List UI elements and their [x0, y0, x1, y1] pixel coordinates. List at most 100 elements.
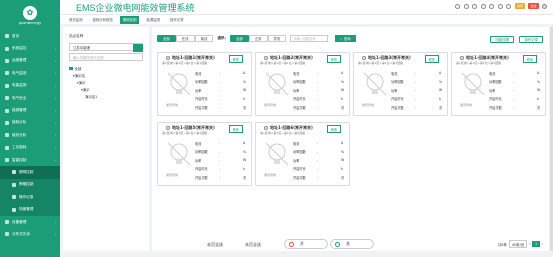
badge-monitor[interactable]: 监控 — [528, 3, 539, 9]
lock-icon[interactable] — [472, 3, 478, 9]
circuit-card[interactable]: 地址1-回路5(常开常关) 修改 第1区域>第1区>第1台>第5回路 通讯异常 电流 - A… — [157, 122, 252, 186]
page-size-select[interactable]: 40条/页 — [508, 240, 528, 248]
tree-node-label: 演示 — [82, 88, 90, 92]
edit-button[interactable]: 修改 — [326, 125, 341, 133]
sidebar-item[interactable]: 首页 — [0, 30, 60, 42]
edit-button[interactable]: 修改 — [228, 125, 243, 133]
site-select[interactable]: 江苏中能港 — [69, 43, 143, 52]
metric-unit: % — [243, 149, 247, 154]
sidebar-item[interactable]: 设备管理 ‹ — [0, 216, 60, 228]
tree-filter-input[interactable]: 输入关键字进行过滤 — [69, 53, 143, 61]
circuit-settings-button[interactable]: 回路设置 — [490, 36, 514, 43]
filter-option[interactable]: 异常 — [267, 35, 287, 42]
site-panel: 站点名称 江苏中能港 输入关键字进行过滤 全部 ▾ 演示站 ▾ 演示 ▾ 演示 演示站1 — [63, 27, 149, 251]
edit-button[interactable]: 修改 — [326, 55, 341, 63]
cancel-page-select[interactable]: 本页全选 — [245, 242, 261, 248]
sidebar-item[interactable]: 电能监测 ‹ — [0, 80, 60, 92]
sidebar-item[interactable]: 分布式光伏 ‹ — [0, 228, 60, 240]
edit-button[interactable]: 修改 — [522, 55, 537, 63]
sidebar-item[interactable]: 系统监控 ‹ — [0, 42, 60, 54]
sidebar-item-label: 运维管理 — [12, 58, 27, 63]
radio-icon[interactable] — [460, 56, 464, 60]
metric-unit: W — [439, 88, 443, 93]
metrics: 电流 - A 功率因数 -% 功率 - W 开启时长 - h 开启次数 - 次 — [391, 69, 447, 112]
sidebar-item[interactable]: 能源管理 ‹ — [0, 104, 60, 116]
tab-item[interactable]: 能耗分析报告 — [90, 16, 116, 24]
radio-icon[interactable] — [264, 126, 268, 130]
sidebar-item[interactable]: 电气安全 ‹ — [0, 92, 60, 104]
menu-item-icon — [5, 71, 9, 76]
metric-row: 电流 - A — [195, 69, 251, 78]
next-page-icon[interactable]: › — [542, 242, 543, 246]
sidebar-item[interactable]: 智能控制 ⌄ — [0, 154, 60, 166]
edit-button[interactable]: 修改 — [228, 55, 243, 63]
select-page-all[interactable]: 本页全选 — [207, 242, 223, 248]
filter-option[interactable]: 离线 — [194, 35, 214, 42]
filter-option[interactable]: 全部 — [229, 35, 249, 42]
avatar[interactable] — [542, 3, 547, 9]
refresh-icon[interactable] — [480, 3, 486, 9]
tab-item[interactable]: 照明控制 — [119, 15, 140, 24]
bell-icon[interactable] — [455, 3, 461, 9]
sidebar-item[interactable]: 能耗分析 ‹ — [0, 117, 60, 129]
sidebar-item[interactable]: 能效分析 ‹ — [0, 129, 60, 141]
site-panel-title: 站点名称 — [69, 34, 84, 38]
tab-item[interactable]: 操作记录 — [167, 16, 187, 24]
checkbox-icon[interactable] — [69, 66, 73, 71]
tab-item[interactable]: 首页监测 — [66, 16, 86, 24]
shield-icon[interactable] — [506, 3, 512, 9]
metric-label: 开启次数 — [391, 105, 404, 110]
sidebar-item[interactable]: 照明控制 — [0, 166, 60, 179]
total-count: 共6条 — [497, 242, 507, 247]
operation-log-button[interactable]: 操作记录 — [519, 36, 543, 43]
circuit-card[interactable]: 地址1-回路6(常开常关) 修改 第1区域>第1区>第1台>第6回路 通讯异常 电流 - A… — [255, 122, 350, 186]
filter-option[interactable]: 正常 — [248, 35, 268, 42]
circuit-search-input[interactable]: 请输入回路名称 — [290, 35, 329, 42]
bulb-offline-icon — [164, 139, 194, 169]
metric-value: - — [415, 79, 417, 84]
sidebar-item[interactable]: 运维管理 ‹ — [0, 55, 60, 67]
radio-icon[interactable] — [166, 126, 170, 130]
radio-icon[interactable] — [362, 56, 366, 60]
edit-button[interactable]: 修改 — [424, 55, 439, 63]
tree-node[interactable]: ▾ 演示 — [63, 79, 149, 86]
query-button[interactable]: ⌕ 查询 — [335, 35, 356, 42]
metric-row: 功率 - W — [489, 86, 545, 95]
volume-icon[interactable] — [463, 3, 469, 9]
sidebar-item[interactable]: 操作记录 — [0, 191, 60, 204]
sidebar-item[interactable]: 电气监测 ‹ — [0, 67, 60, 79]
circuit-card[interactable]: 地址1-回路3(常开常关) 修改 第1区域>第1区>第1台>第3回路 通讯异常 电流 - A… — [353, 52, 448, 116]
current-page[interactable]: 1 — [532, 241, 540, 247]
radio-icon[interactable] — [264, 56, 268, 60]
circuit-card[interactable]: 地址1-回路1(常开常关) 修改 第1区域>第1区>第1台>第1回路 通讯异常 电流 - A… — [157, 52, 252, 116]
filter-option[interactable]: 全部 — [157, 35, 176, 42]
circuit-card[interactable]: 地址1-回路2(常开常关) 修改 第1区域>第1区>第1台>第2回路 通讯异常 电流 - A… — [255, 52, 350, 116]
tree-node[interactable]: ▾ 演示 — [63, 86, 149, 93]
sidebar-item-label: 系统监控 — [12, 46, 27, 51]
tree-node[interactable]: ▾ 演示站 — [63, 72, 149, 79]
tree-node[interactable]: 全部 — [63, 65, 149, 72]
clock-icon[interactable] — [497, 3, 503, 9]
circuit-card[interactable]: 地址1-回路4(常开常关) 修改 第1区域>第1区>第1台>第4回路 通讯异常 电流 - A… — [451, 52, 546, 116]
fullscreen-icon[interactable] — [489, 3, 495, 9]
metric-label: 开启时长 — [195, 167, 208, 172]
comm-filter-label: 通讯: — [217, 36, 226, 40]
metric-unit: 次 — [341, 175, 345, 180]
site-search-button[interactable] — [132, 43, 143, 52]
sidebar-item[interactable]: 策略控制 — [0, 178, 60, 192]
filter-option[interactable]: 在线 — [175, 35, 195, 42]
tree-node[interactable]: 演示站1 — [63, 93, 149, 100]
tab-item[interactable]: 能源监测 — [143, 16, 163, 24]
sidebar-item[interactable]: 场景管理 — [0, 203, 60, 216]
badge-ops[interactable]: 运营 — [514, 3, 525, 9]
metric-unit: % — [243, 79, 247, 84]
menu-item-icon — [5, 120, 9, 125]
prev-page-icon[interactable]: ‹ — [529, 242, 530, 246]
sidebar-menu: 首页 系统监控 ‹ 运维管理 ‹ 电气监测 ‹ 电能监测 ‹ 电气安全 ‹ 能源管理 ‹ 能耗分析 ‹ 能效分… — [0, 30, 60, 241]
turn-on-button[interactable]: 开 — [284, 239, 328, 249]
turn-off-button[interactable]: 关 — [330, 239, 374, 249]
chevron-icon: ‹ — [54, 120, 56, 125]
radio-icon[interactable] — [166, 56, 170, 60]
sidebar-item[interactable]: 工业能耗 ‹ — [0, 142, 60, 154]
metric-unit: h — [341, 166, 344, 171]
